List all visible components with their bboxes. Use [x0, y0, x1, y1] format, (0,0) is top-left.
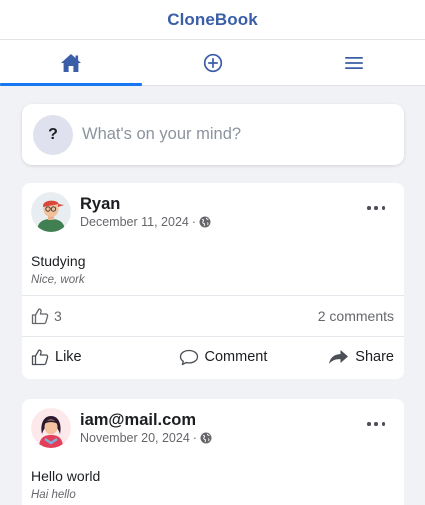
like-count-value: 3 [54, 308, 62, 324]
post-composer[interactable]: ? [22, 104, 404, 165]
like-label: Like [55, 349, 82, 365]
post-header: Ryan December 11, 2024 · [22, 183, 404, 239]
menu-icon [345, 56, 364, 69]
app-header: CloneBook [0, 0, 425, 40]
post-title: Studying [31, 253, 86, 269]
composer-input[interactable] [82, 125, 382, 144]
user-avatar-icon [31, 408, 71, 448]
post-meta: December 11, 2024 · [80, 215, 211, 229]
post-author[interactable]: Ryan [80, 195, 120, 214]
tab-create-post[interactable] [142, 40, 284, 85]
post-date: November 20, 2024 [80, 431, 190, 445]
tab-bar [0, 40, 425, 86]
dot-icon [374, 206, 378, 210]
post-subtitle: Hai hello [31, 489, 76, 501]
dot-icon [374, 422, 378, 426]
meta-separator: · [192, 431, 197, 445]
dot-icon [381, 206, 385, 210]
globe-icon [199, 216, 211, 228]
dot-icon [381, 422, 385, 426]
home-icon [60, 53, 81, 72]
thumbs-up-icon [31, 308, 49, 325]
more-options-button[interactable] [367, 203, 385, 213]
plus-circle-icon [203, 53, 222, 72]
comment-button[interactable]: Comment [179, 349, 268, 366]
post-stats: 3 2 comments [22, 296, 404, 336]
share-arrow-icon [329, 350, 349, 364]
tab-home[interactable] [0, 40, 142, 86]
comment-label: Comment [204, 349, 268, 365]
dot-icon [367, 422, 371, 426]
avatar[interactable] [31, 408, 71, 448]
post-author[interactable]: iam@mail.com [80, 411, 196, 430]
meta-separator: · [191, 215, 197, 229]
app-title: CloneBook [167, 9, 258, 29]
tab-menu[interactable] [283, 40, 425, 85]
post-header: iam@mail.com November 20, 2024 · [22, 399, 404, 455]
post-title: Hello world [31, 468, 101, 484]
post-subtitle: Nice, work [31, 274, 85, 286]
share-button[interactable]: Share [328, 349, 394, 365]
avatar[interactable] [31, 192, 71, 232]
like-count[interactable]: 3 [31, 307, 62, 325]
post-actions: Like Comment Share [22, 337, 404, 377]
post-card: Ryan December 11, 2024 · Studying Nice, … [22, 183, 404, 379]
post-card: iam@mail.com November 20, 2024 · Hello w… [22, 399, 404, 505]
more-options-button[interactable] [367, 419, 385, 429]
comment-count[interactable]: 2 comments [318, 308, 394, 324]
share-label: Share [355, 349, 394, 365]
like-button[interactable]: Like [31, 348, 82, 366]
user-avatar-icon [31, 192, 71, 232]
post-meta: November 20, 2024 · [80, 431, 212, 445]
thumbs-up-icon [31, 349, 49, 366]
globe-icon [200, 432, 212, 444]
post-date: December 11, 2024 [80, 215, 189, 229]
composer-avatar: ? [33, 114, 73, 155]
comment-bubble-icon [179, 349, 198, 365]
dot-icon [367, 206, 371, 210]
